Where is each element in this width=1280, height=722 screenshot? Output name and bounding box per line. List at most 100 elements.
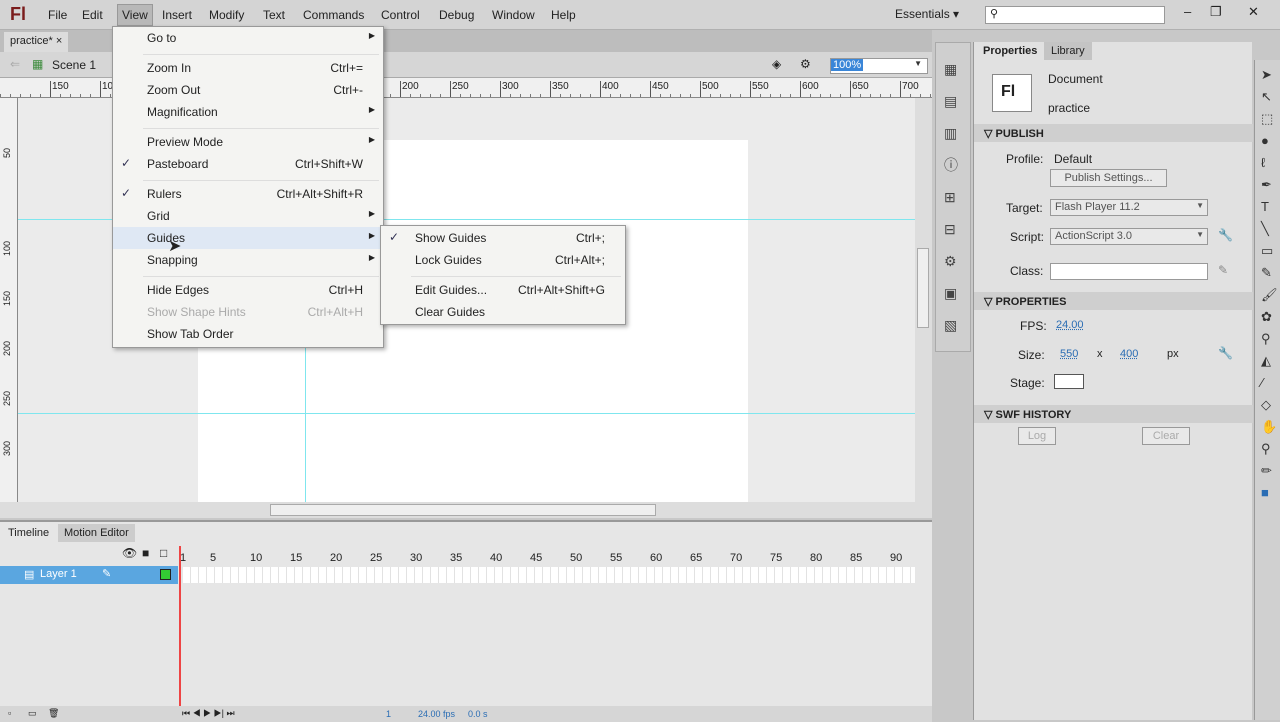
edit-scene-icon[interactable]: ⚙ [800,57,811,71]
guide-horizontal[interactable] [18,413,915,414]
fps-value[interactable]: 24.00 [1056,319,1084,331]
brush-tool-icon[interactable]: 🖌 [1261,284,1278,306]
target-select[interactable]: Flash Player 11.2 ▼ [1050,199,1208,216]
components-icon[interactable]: ⊟ [944,213,962,245]
menu-item-show-guides[interactable]: ✓ Show Guides Ctrl+; [381,227,625,249]
menu-item-preview-mode[interactable]: Preview Mode ▶ [113,131,383,153]
align-icon[interactable]: ▥ [944,117,962,149]
menu-item-snapping[interactable]: Snapping ▶ [113,249,383,271]
close-button[interactable]: ✕ [1248,4,1259,20]
pencil-icon[interactable]: ✎ [1218,263,1228,277]
menu-item-show-tab-order[interactable]: Show Tab Order [113,323,383,345]
search-input[interactable]: ⚲ [985,6,1165,24]
eyedropper-icon[interactable]: ⁄ [1261,372,1274,394]
menu-help[interactable]: Help [551,8,576,22]
menu-edit[interactable]: Edit [82,8,103,22]
zoom-tool-icon[interactable]: ⚲ [1261,438,1274,460]
subselection-tool-icon[interactable]: ↖ [1261,86,1274,108]
fps-readout[interactable]: 24.00 fps [418,709,455,719]
stage-color-swatch[interactable] [1054,374,1084,389]
deco-tool-icon[interactable]: ✿ [1261,306,1274,328]
script-select[interactable]: ActionScript 3.0 ▼ [1050,228,1208,245]
menu-file[interactable]: File [48,8,67,22]
rectangle-tool-icon[interactable]: ▭ [1261,240,1274,262]
tab-library[interactable]: Library [1044,42,1092,60]
section-properties[interactable]: ▽ PROPERTIES [974,292,1253,310]
3d-rotation-icon[interactable]: ● [1261,130,1274,152]
scroll-thumb[interactable] [270,504,656,516]
current-frame[interactable]: 1 [386,709,391,719]
scene-label[interactable]: Scene 1 [52,58,96,72]
lock-icon[interactable]: ■ [142,546,149,560]
pencil-tool-icon[interactable]: ✎ [1261,262,1274,284]
vertical-scrollbar[interactable] [915,98,932,502]
menu-item-show-shape-hints[interactable]: Show Shape Hints Ctrl+Alt+H [113,301,383,323]
bone-tool-icon[interactable]: ⚲ [1261,328,1274,350]
color-icon[interactable]: ▦ [944,53,962,85]
wrench-icon[interactable]: 🔧 [1218,346,1233,360]
class-input[interactable] [1050,263,1208,280]
menu-item-go-to[interactable]: Go to ▶ [113,27,383,49]
menu-item-lock-guides[interactable]: Lock Guides Ctrl+Alt+; [381,249,625,271]
selection-tool-icon[interactable]: ➤ [1261,64,1274,86]
menu-item-hide-edges[interactable]: Hide Edges Ctrl+H [113,279,383,301]
menu-window[interactable]: Window [492,8,535,22]
pen-icon[interactable]: ✒ [1261,174,1274,196]
library-icon[interactable]: ▧ [944,309,962,341]
outline-icon[interactable]: □ [160,546,167,560]
fill-color-icon[interactable]: ■ [1261,482,1274,504]
menu-insert[interactable]: Insert [162,8,192,22]
menu-item-grid[interactable]: Grid ▶ [113,205,383,227]
menu-modify[interactable]: Modify [209,8,244,22]
menu-item-rulers[interactable]: ✓ Rulers Ctrl+Alt+Shift+R [113,183,383,205]
workspace-switcher[interactable]: Essentials ▾ [895,7,959,21]
swatches-icon[interactable]: ▤ [944,85,962,117]
menu-text[interactable]: Text [263,8,285,22]
playhead[interactable] [179,546,181,716]
log-button[interactable]: Log [1018,427,1056,445]
hand-tool-icon[interactable]: ✋ [1261,416,1277,438]
code-icon[interactable]: ⚙ [944,245,962,277]
menu-view[interactable]: View [117,4,153,26]
line-tool-icon[interactable]: ╲ [1261,218,1274,240]
menu-item-guides[interactable]: Guides ▶ [113,227,383,249]
menu-control[interactable]: Control [381,8,420,22]
wrench-icon[interactable]: 🔧 [1218,228,1233,242]
menu-commands[interactable]: Commands [303,8,364,22]
section-publish[interactable]: ▽ PUBLISH [974,124,1253,142]
menu-item-edit-guides[interactable]: Edit Guides... Ctrl+Alt+Shift+G [381,279,625,301]
menu-item-magnification[interactable]: Magnification ▶ [113,101,383,123]
new-folder-icon[interactable]: ▭ [28,708,37,719]
tab-properties[interactable]: Properties [976,42,1045,60]
layer-row[interactable]: ▤ Layer 1 ✎ [0,566,178,584]
edit-symbols-icon[interactable]: ◈ [772,57,781,71]
new-layer-icon[interactable]: ▫ [8,708,11,718]
back-arrow-icon[interactable]: ⇐ [10,57,20,71]
zoom-select[interactable]: 100% ▼ [830,58,928,74]
stroke-color-icon[interactable]: ✏ [1261,460,1274,482]
motion-icon[interactable]: ▣ [944,277,962,309]
layer-color-swatch[interactable] [160,569,171,580]
maximize-button[interactable]: ❐ [1210,4,1222,20]
publish-settings-button[interactable]: Publish Settings... [1050,169,1167,187]
doc-tab-practice[interactable]: practice* × [4,32,69,52]
eye-icon[interactable]: 👁 [122,546,137,560]
tab-motion-editor[interactable]: Motion Editor [58,524,135,542]
text-tool-icon[interactable]: T [1261,196,1274,218]
close-tab-icon[interactable]: × [56,35,62,47]
transform-icon[interactable]: ⊞ [944,181,962,213]
menu-item-pasteboard[interactable]: ✓ Pasteboard Ctrl+Shift+W [113,153,383,175]
menu-item-zoom-out[interactable]: Zoom Out Ctrl+- [113,79,383,101]
clear-button[interactable]: Clear [1142,427,1190,445]
width-value[interactable]: 550 [1060,348,1078,360]
height-value[interactable]: 400 [1120,348,1138,360]
lasso-icon[interactable]: ℓ [1261,152,1274,174]
eraser-icon[interactable]: ◇ [1261,394,1274,416]
minimize-button[interactable]: – [1184,4,1191,19]
menu-debug[interactable]: Debug [439,8,474,22]
frame-grid[interactable] [183,567,915,583]
layer-name[interactable]: Layer 1 [40,568,77,580]
tab-timeline[interactable]: Timeline [2,524,56,542]
free-transform-icon[interactable]: ⬚ [1261,108,1274,130]
horizontal-scrollbar[interactable] [0,502,932,518]
